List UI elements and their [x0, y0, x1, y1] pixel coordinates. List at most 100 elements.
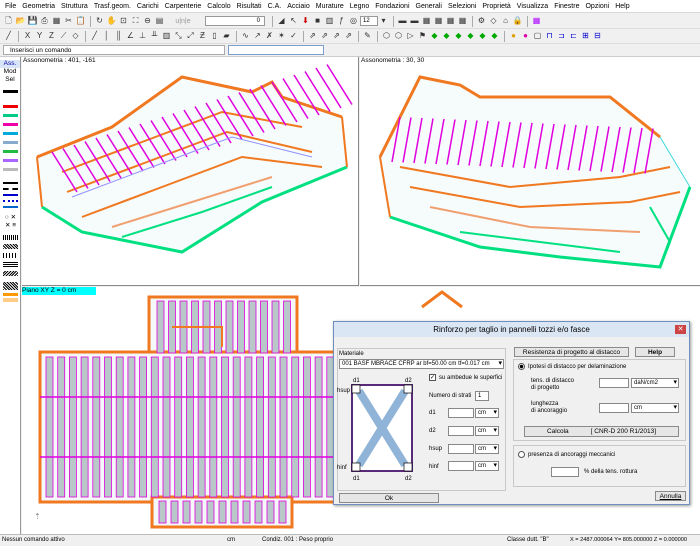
font-size-select[interactable]: 12	[360, 16, 378, 26]
color-swatch[interactable]	[3, 150, 18, 153]
color-swatch[interactable]	[3, 298, 18, 302]
shapes-icon[interactable]: ◇	[488, 16, 499, 27]
resistenza-button[interactable]: Resistenza di progetto al distacco	[514, 347, 629, 357]
new-file-icon[interactable]: 🗋	[3, 16, 14, 27]
menu-item-14[interactable]: Selezioni	[445, 3, 479, 10]
close-icon[interactable]: ✕	[675, 325, 686, 334]
arrow-tool-icon[interactable]: ↗	[252, 31, 263, 42]
vertical-icon[interactable]: │	[101, 31, 112, 42]
menu-item-8[interactable]: C.A.	[265, 3, 285, 10]
menu-item-1[interactable]: Geometria	[19, 3, 58, 10]
menu-item-18[interactable]: Opzioni	[582, 3, 612, 10]
fx-icon[interactable]: ƒ	[336, 16, 347, 27]
axis-y-icon[interactable]: Y	[34, 31, 45, 42]
cross-icon[interactable]: ✗	[264, 31, 275, 42]
print-icon[interactable]: ⎙	[39, 16, 50, 27]
pointer-icon[interactable]: ↖	[288, 16, 299, 27]
symbol-icon[interactable]: ✕ ≡	[0, 222, 21, 230]
menu-item-17[interactable]: Finestre	[551, 3, 582, 10]
cube-6-icon[interactable]: ◆	[489, 31, 500, 42]
line-style[interactable]	[3, 194, 18, 196]
color-swatch[interactable]	[3, 293, 18, 296]
tens-field[interactable]	[599, 378, 629, 388]
menu-item-15[interactable]: Proprietà	[479, 3, 513, 10]
zoom-out-icon[interactable]: ⊖	[142, 16, 153, 27]
open-file-icon[interactable]: 📂	[15, 16, 26, 27]
d2-field[interactable]	[448, 426, 474, 436]
dimension-z-icon[interactable]: Ƶ	[197, 31, 208, 42]
hand-icon[interactable]: ✋	[106, 16, 117, 27]
parallel-icon[interactable]: ║	[113, 31, 124, 42]
beam-3-icon[interactable]: ⊞	[580, 31, 591, 42]
line-style[interactable]	[3, 206, 18, 208]
axis-x-icon[interactable]: X	[22, 31, 33, 42]
rotate-icon[interactable]: ↻	[94, 16, 105, 27]
window-split-icon[interactable]: ▦	[421, 16, 432, 27]
symbol-icon[interactable]: ○ ✕	[0, 214, 21, 222]
angle-icon[interactable]: ∠	[125, 31, 136, 42]
view-axonometric-right[interactable]: Assonometria : 30, 30	[360, 57, 700, 286]
slab-icon[interactable]: ▰	[221, 31, 232, 42]
curve-icon[interactable]: ∿	[240, 31, 251, 42]
wall-icon[interactable]: ▯	[209, 31, 220, 42]
menu-item-0[interactable]: File	[2, 3, 19, 10]
color-swatch[interactable]	[3, 123, 18, 126]
zoom-all-icon[interactable]: ⛶	[130, 16, 141, 27]
color-swatch[interactable]	[3, 168, 18, 171]
diamond-icon[interactable]: ◇	[70, 31, 81, 42]
slope-icon[interactable]: ⟋	[58, 31, 69, 42]
menu-item-6[interactable]: Calcolo	[204, 3, 233, 10]
lock-icon[interactable]: 🔒	[512, 16, 523, 27]
hatch-pattern[interactable]	[3, 282, 18, 290]
run-icon[interactable]: ▷	[405, 31, 416, 42]
color-swatch[interactable]	[3, 159, 18, 162]
load-arrow-3-icon[interactable]: ⇗	[331, 31, 342, 42]
color-swatch[interactable]	[3, 141, 18, 144]
color-swatch[interactable]	[3, 114, 18, 117]
hatch-pattern[interactable]	[3, 253, 18, 258]
menu-item-9[interactable]: Acciaio	[284, 3, 313, 10]
lunghezza-unit-select[interactable]: cm	[631, 403, 679, 413]
edit-icon[interactable]: ✎	[362, 31, 373, 42]
menu-item-4[interactable]: Carichi	[134, 3, 162, 10]
uinle-icon[interactable]: u|n|e	[166, 16, 200, 27]
mod-tab[interactable]: Mod	[0, 68, 20, 76]
cube-2-icon[interactable]: ◆	[441, 31, 452, 42]
line-style[interactable]	[3, 182, 18, 184]
ass-tab[interactable]: Ass.	[0, 60, 20, 68]
hatch-pattern[interactable]	[3, 271, 18, 276]
view-axonometric-left[interactable]: Assonometria : 401, -161	[22, 57, 359, 286]
mesh-icon[interactable]: ⬡	[381, 31, 392, 42]
menu-item-2[interactable]: Struttura	[58, 3, 91, 10]
export-icon[interactable]: ▦	[51, 16, 62, 27]
menu-item-12[interactable]: Fondazioni	[372, 3, 412, 10]
save-icon[interactable]: 💾	[27, 16, 38, 27]
hatch-pattern[interactable]	[3, 262, 18, 267]
perpendicular-icon[interactable]: ⊥	[137, 31, 148, 42]
line-tool-icon[interactable]: ╱	[3, 31, 14, 42]
color-block-icon[interactable]: ■	[312, 16, 323, 27]
lunghezza-field[interactable]	[599, 403, 629, 413]
hsup-unit-select[interactable]: cm	[475, 444, 499, 454]
frame-icon[interactable]: ▢	[532, 31, 543, 42]
cube-5-icon[interactable]: ◆	[477, 31, 488, 42]
ok-button[interactable]: Ok	[339, 493, 439, 503]
hatch-icon[interactable]: ▥	[161, 31, 172, 42]
star-tool-icon[interactable]: ✶	[276, 31, 287, 42]
arrow-down-icon[interactable]: ⬇	[300, 16, 311, 27]
beam-icon[interactable]: ⊐	[556, 31, 567, 42]
check-tool-icon[interactable]: ✓	[288, 31, 299, 42]
menu-item-7[interactable]: Risultati	[234, 3, 265, 10]
menu-item-3[interactable]: Trasf.geom.	[91, 3, 134, 10]
color-swatch[interactable]	[3, 132, 18, 135]
perc-field[interactable]	[551, 467, 579, 477]
command-input[interactable]	[228, 45, 324, 55]
line-style[interactable]	[3, 188, 18, 190]
building-icon[interactable]: ⌂	[500, 16, 511, 27]
menu-item-19[interactable]: Help	[612, 3, 632, 10]
dimension-x-icon[interactable]: ⤡	[173, 31, 184, 42]
menu-item-11[interactable]: Legno	[347, 3, 372, 10]
hinf-unit-select[interactable]: cm	[475, 461, 499, 471]
ambedue-checkbox[interactable]: ✓	[429, 374, 436, 381]
diagonal-icon[interactable]: ╱	[89, 31, 100, 42]
